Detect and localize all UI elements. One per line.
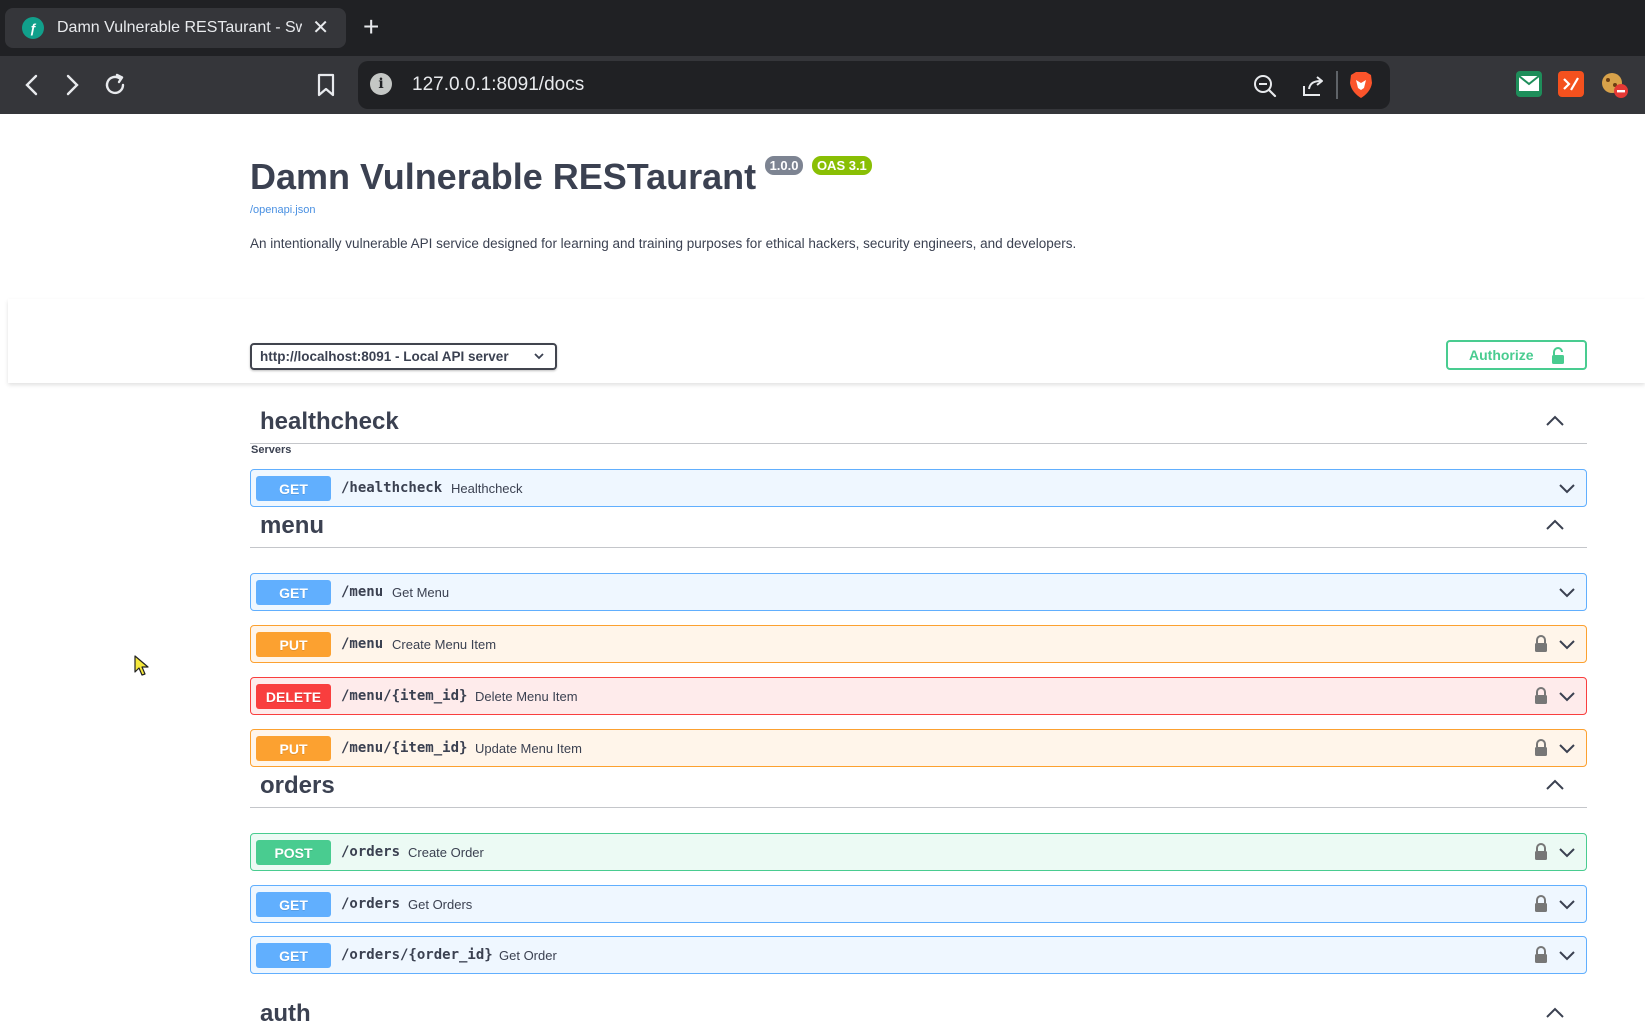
authorize-button[interactable]: Authorize <box>1446 340 1587 370</box>
browser-toolbar: i 127.0.0.1:8091/docs <box>0 56 1645 114</box>
zoom-out-icon[interactable] <box>1252 73 1278 104</box>
extension-cookie-icon[interactable] <box>1600 71 1628 98</box>
chevron-down-icon[interactable] <box>1558 898 1576 916</box>
operation-path: /orders <box>341 896 401 912</box>
chevron-down-icon[interactable] <box>1558 638 1576 656</box>
operation-summary: Get Order <box>499 948 557 963</box>
reload-icon[interactable] <box>101 71 129 99</box>
chevron-up-icon[interactable] <box>1545 414 1565 432</box>
oas-badge: OAS 3.1 <box>811 156 872 175</box>
tab-close-icon[interactable]: ✕ <box>312 17 329 39</box>
chevron-up-icon[interactable] <box>1545 778 1565 796</box>
tag-healthcheck[interactable]: healthcheck <box>250 394 1587 444</box>
operation-path: /healthcheck <box>341 480 443 496</box>
extension-translate-icon[interactable] <box>1558 71 1584 97</box>
back-icon[interactable] <box>18 71 46 99</box>
operation-path: /menu/{item_id} <box>341 740 468 756</box>
api-description: An intentionally vulnerable API service … <box>250 236 1077 251</box>
servers-selected-value: http://localhost:8091 - Local API server <box>260 349 509 364</box>
tag-menu[interactable]: menu <box>250 498 1587 548</box>
tab-title: Damn Vulnerable RESTaurant - Swagger UI <box>57 19 302 36</box>
swagger-page: Damn Vulnerable RESTaurant 1.0.0 OAS 3.1… <box>0 114 1645 1021</box>
page-title: Damn Vulnerable RESTaurant <box>250 156 757 197</box>
extension-mail-icon[interactable] <box>1516 71 1542 97</box>
method-badge: GET <box>256 943 331 968</box>
lock-icon[interactable] <box>1534 687 1548 710</box>
bookmark-icon[interactable] <box>312 71 340 99</box>
chevron-down-icon[interactable] <box>1558 690 1576 708</box>
urlbar-divider <box>1336 71 1338 99</box>
version-badge: 1.0.0 <box>764 156 804 175</box>
browser-tab-bar: ƒ Damn Vulnerable RESTaurant - Swagger U… <box>0 0 1645 56</box>
chevron-down-icon[interactable] <box>1558 846 1576 864</box>
new-tab-icon[interactable]: + <box>363 13 379 41</box>
operation-post-orders[interactable]: POST /orders Create Order <box>250 833 1587 871</box>
tag-name: healthcheck <box>260 408 399 435</box>
api-info: Damn Vulnerable RESTaurant 1.0.0 OAS 3.1 <box>250 156 872 198</box>
operation-summary: Create Order <box>408 845 484 860</box>
operation-put-menu[interactable]: PUT /menu Create Menu Item <box>250 625 1587 663</box>
operation-path: /orders <box>341 844 401 860</box>
mouse-cursor-icon <box>134 655 150 682</box>
tag-name: orders <box>260 772 335 799</box>
method-badge: GET <box>256 580 331 605</box>
operation-summary: Delete Menu Item <box>475 689 578 704</box>
operation-path: /orders/{order_id} <box>341 947 493 963</box>
chevron-up-icon[interactable] <box>1545 1006 1565 1021</box>
operation-summary: Create Menu Item <box>392 637 497 652</box>
operation-get-orders[interactable]: GET /orders Get Orders <box>250 885 1587 923</box>
operation-path: /menu/{item_id} <box>341 688 468 704</box>
operation-summary: Get Menu <box>392 585 450 600</box>
address-bar[interactable]: i 127.0.0.1:8091/docs <box>358 61 1390 109</box>
operation-path: /menu <box>341 636 384 652</box>
method-badge: GET <box>256 892 331 917</box>
operation-summary: Healthcheck <box>451 481 523 496</box>
lock-icon[interactable] <box>1534 895 1548 918</box>
lock-icon[interactable] <box>1534 946 1548 969</box>
share-icon[interactable] <box>1300 73 1326 104</box>
operation-delete-menu-item[interactable]: DELETE /menu/{item_id} Delete Menu Item <box>250 677 1587 715</box>
method-badge: POST <box>256 840 331 865</box>
chevron-up-icon[interactable] <box>1545 518 1565 536</box>
swagger-favicon-icon: ƒ <box>22 17 44 39</box>
address-url[interactable]: 127.0.0.1:8091/docs <box>412 74 584 96</box>
openapi-spec-link[interactable]: /openapi.json <box>250 204 315 216</box>
operation-path: /menu <box>341 584 384 600</box>
browser-tab[interactable]: ƒ Damn Vulnerable RESTaurant - Swagger U… <box>5 8 346 48</box>
lock-icon[interactable] <box>1534 635 1548 658</box>
lock-icon[interactable] <box>1534 843 1548 866</box>
operation-summary: Get Orders <box>408 897 473 912</box>
chevron-down-icon[interactable] <box>1558 949 1576 967</box>
brave-shields-icon[interactable] <box>1348 71 1374 104</box>
tag-name: menu <box>260 512 325 539</box>
operation-get-menu[interactable]: GET /menu Get Menu <box>250 573 1587 611</box>
tag-orders[interactable]: orders <box>250 758 1587 808</box>
method-badge: PUT <box>256 632 331 657</box>
tag-auth[interactable]: auth <box>250 986 1587 1021</box>
forward-icon[interactable] <box>58 71 86 99</box>
authorize-label: Authorize <box>1469 347 1534 363</box>
chevron-down-icon <box>533 350 545 365</box>
unlocked-icon <box>1551 347 1565 368</box>
servers-label: Servers <box>251 444 292 456</box>
operation-get-order[interactable]: GET /orders/{order_id} Get Order <box>250 936 1587 974</box>
site-info-icon[interactable]: i <box>370 73 392 95</box>
servers-select[interactable]: http://localhost:8091 - Local API server <box>250 343 557 370</box>
operation-summary: Update Menu Item <box>475 741 582 756</box>
method-badge: DELETE <box>256 684 331 709</box>
tag-name: auth <box>260 1000 311 1021</box>
chevron-down-icon[interactable] <box>1558 586 1576 604</box>
scheme-container: Servers <box>8 299 1645 456</box>
